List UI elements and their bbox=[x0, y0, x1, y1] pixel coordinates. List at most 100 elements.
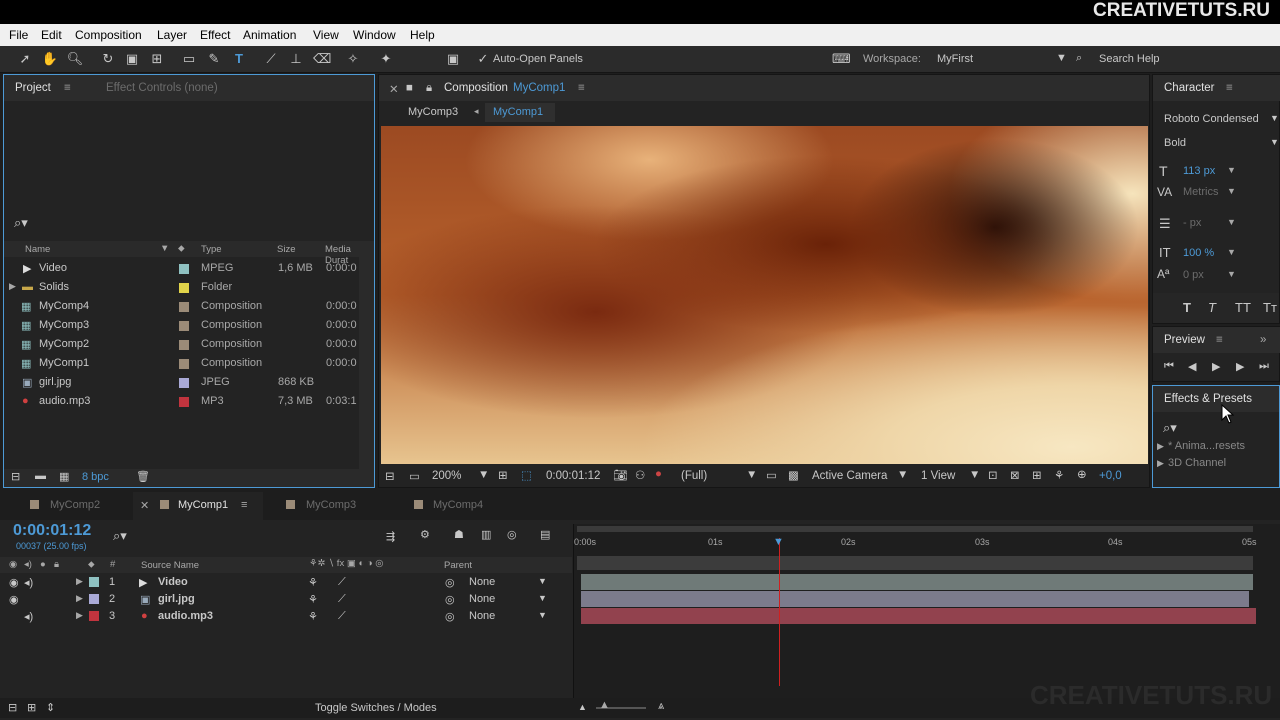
snapshot-icon[interactable]: 📷︎ bbox=[613, 468, 628, 482]
current-time-indicator[interactable] bbox=[779, 538, 780, 686]
expand-arrow-icon[interactable]: ▶ bbox=[1157, 458, 1164, 469]
trash-icon[interactable]: 🗑︎ bbox=[136, 470, 150, 483]
label-swatch[interactable] bbox=[89, 577, 99, 587]
layer-name[interactable]: girl.jpg bbox=[158, 593, 195, 605]
quality-switch-icon[interactable]: ⟋ bbox=[338, 610, 346, 623]
auto-open-checkbox[interactable]: ✓ bbox=[474, 51, 492, 67]
style-dropdown-icon[interactable]: ▼ bbox=[1270, 137, 1279, 147]
exposure-reset-icon[interactable]: ⊕ bbox=[1077, 467, 1087, 481]
parent-select[interactable]: None bbox=[469, 576, 495, 588]
timeline-menu-icon[interactable]: ≡ bbox=[241, 499, 247, 511]
expand-arrow-icon[interactable]: ▶ bbox=[76, 610, 83, 621]
always-preview-icon[interactable]: ⊟ bbox=[385, 469, 395, 483]
show-snapshot-icon[interactable]: ⚇ bbox=[635, 468, 645, 482]
expand-arrow-icon[interactable]: ▶ bbox=[76, 593, 83, 604]
menu-view[interactable]: View bbox=[313, 28, 339, 42]
bit-depth-button[interactable]: 8 bpc bbox=[82, 471, 109, 483]
project-scrollbar[interactable] bbox=[359, 241, 374, 469]
time-stretch-toggle-icon[interactable]: ⇕ bbox=[46, 701, 55, 714]
pick-whip-icon[interactable]: ◎ bbox=[445, 576, 455, 589]
frame-blending-icon[interactable]: ▥ bbox=[481, 528, 491, 541]
vertical-scale-value[interactable]: 100 % bbox=[1183, 247, 1214, 259]
baseline-value[interactable]: 0 px bbox=[1183, 269, 1204, 281]
expand-arrow-icon[interactable]: ▶ bbox=[1157, 441, 1164, 452]
parent-select[interactable]: None bbox=[469, 610, 495, 622]
resolution-select[interactable]: (Full) bbox=[681, 470, 707, 482]
clone-stamp-tool-icon[interactable]: ⊥ bbox=[287, 51, 305, 67]
shy-layers-icon[interactable]: ☗ bbox=[454, 528, 464, 541]
hand-tool-icon[interactable]: ✋ bbox=[41, 51, 59, 67]
zoom-out-icon[interactable]: ▲ bbox=[578, 702, 587, 712]
parent-dropdown-icon[interactable]: ▼ bbox=[538, 593, 547, 603]
col-type[interactable]: Type bbox=[201, 244, 222, 255]
region-of-interest-icon[interactable]: ▭ bbox=[766, 468, 777, 482]
list-item[interactable]: ▦ MyComp3 Composition 0:00:0 bbox=[4, 316, 377, 335]
collapse-switch-icon[interactable]: ⚘ bbox=[308, 576, 318, 589]
faux-bold-button[interactable]: T bbox=[1183, 300, 1191, 315]
parent-select[interactable]: None bbox=[469, 593, 495, 605]
flowchart-icon[interactable]: ⚘ bbox=[1054, 468, 1064, 482]
transfer-controls-toggle-icon[interactable]: ⊞ bbox=[27, 701, 36, 714]
col-source-name[interactable]: Source Name bbox=[141, 560, 199, 571]
workspace-dropdown-icon[interactable]: ▼ bbox=[1056, 52, 1067, 64]
mask-visibility-icon[interactable]: ⬚ bbox=[521, 468, 532, 482]
expand-arrow-icon[interactable]: ▶ bbox=[9, 281, 16, 292]
label-swatch[interactable] bbox=[179, 302, 189, 312]
project-search-icon[interactable]: ⌕▾ bbox=[14, 215, 28, 231]
prev-frame-icon[interactable]: ◀ bbox=[1188, 360, 1196, 373]
menu-help[interactable]: Help bbox=[410, 28, 435, 42]
workspace-select[interactable]: MyFirst bbox=[937, 53, 973, 65]
col-name[interactable]: Name bbox=[25, 244, 50, 255]
pick-whip-icon[interactable]: ◎ bbox=[445, 593, 455, 606]
menu-composition[interactable]: Composition bbox=[75, 28, 142, 42]
comp-mini-flowchart-icon[interactable]: ⇶ bbox=[386, 530, 395, 543]
font-size-value[interactable]: 113 px bbox=[1183, 165, 1215, 177]
menu-edit[interactable]: Edit bbox=[41, 28, 62, 42]
pan-behind-tool-icon[interactable]: ⊞ bbox=[148, 51, 166, 67]
layer-switches-toggle-icon[interactable]: ⊟ bbox=[8, 701, 17, 714]
interpret-footage-icon[interactable]: ⊟ bbox=[11, 470, 20, 483]
expand-arrow-icon[interactable]: ▶ bbox=[76, 576, 83, 587]
play-icon[interactable]: ▶ bbox=[1212, 360, 1220, 373]
menu-file[interactable]: File bbox=[9, 28, 28, 42]
zoom-dropdown-icon[interactable]: ▼ bbox=[478, 469, 489, 481]
small-caps-button[interactable]: Tт bbox=[1263, 300, 1277, 315]
faux-italic-button[interactable]: T bbox=[1208, 300, 1216, 315]
label-swatch[interactable] bbox=[179, 359, 189, 369]
timeline-search-icon[interactable]: ⌕▾ bbox=[113, 528, 127, 544]
work-area-strip[interactable] bbox=[577, 556, 1253, 570]
graph-editor-icon[interactable]: ▤ bbox=[540, 528, 550, 541]
type-tool-icon[interactable]: T bbox=[230, 51, 248, 67]
pick-whip-icon[interactable]: ◎ bbox=[445, 610, 455, 623]
nav-current[interactable]: MyComp1 bbox=[485, 103, 555, 122]
character-menu-icon[interactable]: ≡ bbox=[1226, 82, 1233, 94]
effects-item[interactable]: 3D Channel bbox=[1168, 457, 1226, 469]
camera-select[interactable]: Active Camera bbox=[812, 470, 887, 482]
grid-icon[interactable]: ⊞ bbox=[498, 468, 508, 482]
font-dropdown-icon[interactable]: ▼ bbox=[1270, 113, 1279, 123]
parent-dropdown-icon[interactable]: ▼ bbox=[538, 610, 547, 620]
list-item[interactable]: ▦ MyComp4 Composition 0:00:0 bbox=[4, 297, 377, 316]
font-family-select[interactable]: Roboto Condensed bbox=[1164, 113, 1259, 125]
tab-mycomp2[interactable]: MyComp2 bbox=[50, 499, 100, 511]
puppet-pin-tool-icon[interactable]: ✦ bbox=[377, 51, 395, 67]
menu-layer[interactable]: Layer bbox=[157, 28, 187, 42]
list-item[interactable]: ▶ Video MPEG 1,6 MB 0:00:0 bbox=[4, 259, 377, 278]
toggle-switches-modes[interactable]: Toggle Switches / Modes bbox=[315, 702, 437, 714]
snapping-icon[interactable]: ▣ bbox=[444, 51, 462, 67]
effects-item[interactable]: * Anima...resets bbox=[1168, 440, 1245, 452]
layer-bar-video[interactable] bbox=[581, 574, 1253, 590]
playhead-icon[interactable]: ▼ bbox=[773, 536, 784, 548]
audio-icon[interactable]: ◂) bbox=[24, 576, 33, 589]
zoom-tool-icon[interactable]: 🔍︎ bbox=[66, 51, 84, 67]
collapse-switch-icon[interactable]: ⚘ bbox=[308, 593, 318, 606]
tab-active[interactable]: ✕ MyComp1 ≡ bbox=[133, 492, 263, 520]
work-area-bar[interactable] bbox=[577, 526, 1253, 532]
tab-project[interactable]: Project bbox=[15, 82, 51, 94]
camera-dropdown-icon[interactable]: ▼ bbox=[897, 469, 908, 481]
project-menu-icon[interactable]: ≡ bbox=[64, 82, 71, 94]
font-style-select[interactable]: Bold bbox=[1164, 137, 1186, 149]
tab-mycomp4[interactable]: MyComp4 bbox=[433, 499, 483, 511]
parent-dropdown-icon[interactable]: ▼ bbox=[538, 576, 547, 586]
brush-tool-icon[interactable]: ⟋ bbox=[262, 51, 280, 67]
